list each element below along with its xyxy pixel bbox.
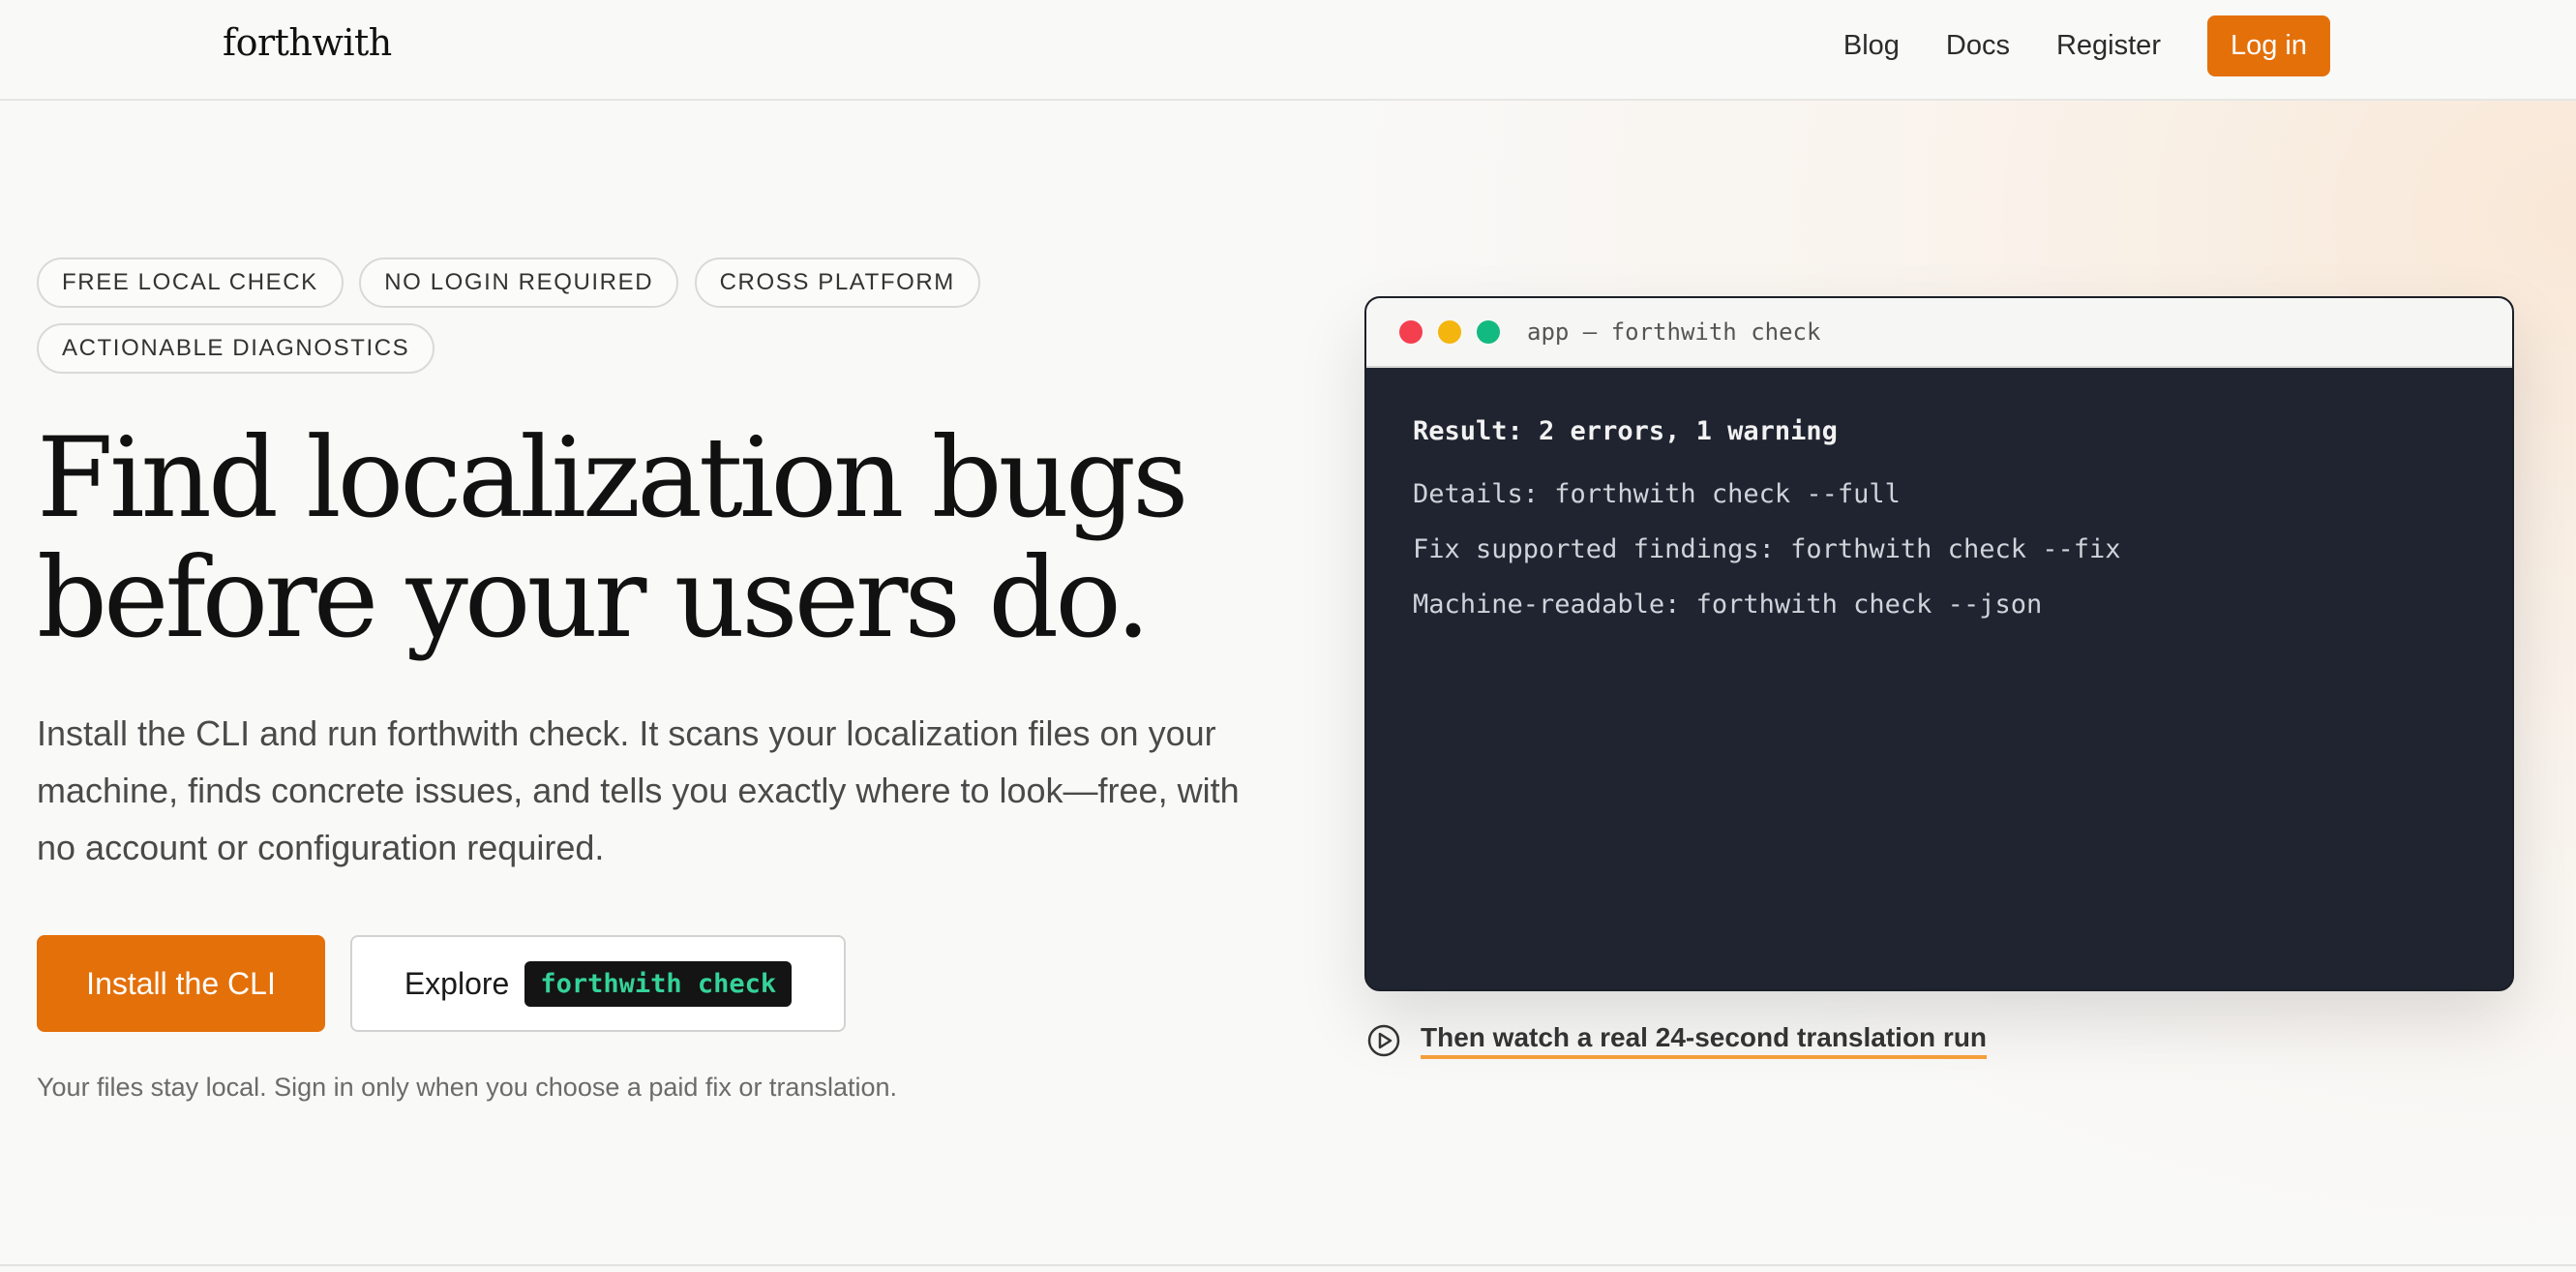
watch-link-label: Then watch a real 24-second translation … bbox=[1421, 1022, 1988, 1059]
terminal-line-fix: Fix supported findings: forthwith check … bbox=[1413, 534, 2121, 564]
explore-code-chip: forthwith check bbox=[524, 960, 793, 1007]
nav-link-register[interactable]: Register bbox=[2056, 30, 2161, 62]
nav-link-docs[interactable]: Docs bbox=[1946, 30, 2010, 62]
play-circle-icon bbox=[1367, 1024, 1400, 1057]
nav-link-blog[interactable]: Blog bbox=[1843, 30, 1900, 62]
feature-badges: FREE LOCAL CHECK NO LOGIN REQUIRED CROSS… bbox=[37, 257, 1004, 389]
login-button[interactable]: Log in bbox=[2206, 15, 2330, 76]
terminal-title: app — forthwith check bbox=[1527, 318, 1821, 346]
terminal-title-bar: app — forthwith check bbox=[1366, 298, 2512, 368]
explore-check-button[interactable]: Explore forthwith check bbox=[350, 935, 846, 1032]
top-nav-bar: forthwith Blog Docs Register Log in bbox=[0, 0, 2576, 101]
terminal-result-line: Result: 2 errors, 1 warning bbox=[1413, 416, 1838, 446]
explore-label: Explore bbox=[404, 965, 510, 1001]
badge-actionable-diagnostics: ACTIONABLE DIAGNOSTICS bbox=[37, 323, 435, 374]
close-dot-icon bbox=[1399, 320, 1423, 344]
main-nav: Blog Docs Register Log in bbox=[1797, 15, 2330, 76]
terminal-line-json: Machine-readable: forthwith check --json bbox=[1413, 590, 2043, 620]
logo[interactable]: forthwith bbox=[223, 21, 392, 64]
minimize-dot-icon bbox=[1438, 320, 1461, 344]
terminal-line-details: Details: forthwith check --full bbox=[1413, 479, 1901, 509]
hero-lead: Install the CLI and run forthwith check.… bbox=[37, 713, 1240, 867]
install-cli-button[interactable]: Install the CLI bbox=[37, 935, 325, 1032]
privacy-note: Your files stay local. Sign in only when… bbox=[37, 1073, 898, 1102]
cta-row: Install the CLI Explore forthwith check bbox=[37, 935, 846, 1032]
section-divider bbox=[0, 1264, 2576, 1266]
hero-headline: Find localization bugs before your users… bbox=[37, 418, 1246, 658]
terminal-window: app — forthwith check Result: 2 errors, … bbox=[1364, 296, 2514, 991]
badge-cross-platform: CROSS PLATFORM bbox=[694, 257, 980, 308]
maximize-dot-icon bbox=[1477, 320, 1500, 344]
badge-free-local-check: FREE LOCAL CHECK bbox=[37, 257, 344, 308]
terminal-output: Result: 2 errors, 1 warning Details: for… bbox=[1366, 368, 2512, 693]
badge-no-login-required: NO LOGIN REQUIRED bbox=[359, 257, 679, 308]
hero-headline-line1: Find localization bugs bbox=[37, 413, 1188, 542]
hero-headline-line2: before your users do. bbox=[37, 533, 1151, 662]
watch-translation-link[interactable]: Then watch a real 24-second translation … bbox=[1366, 1022, 1988, 1059]
